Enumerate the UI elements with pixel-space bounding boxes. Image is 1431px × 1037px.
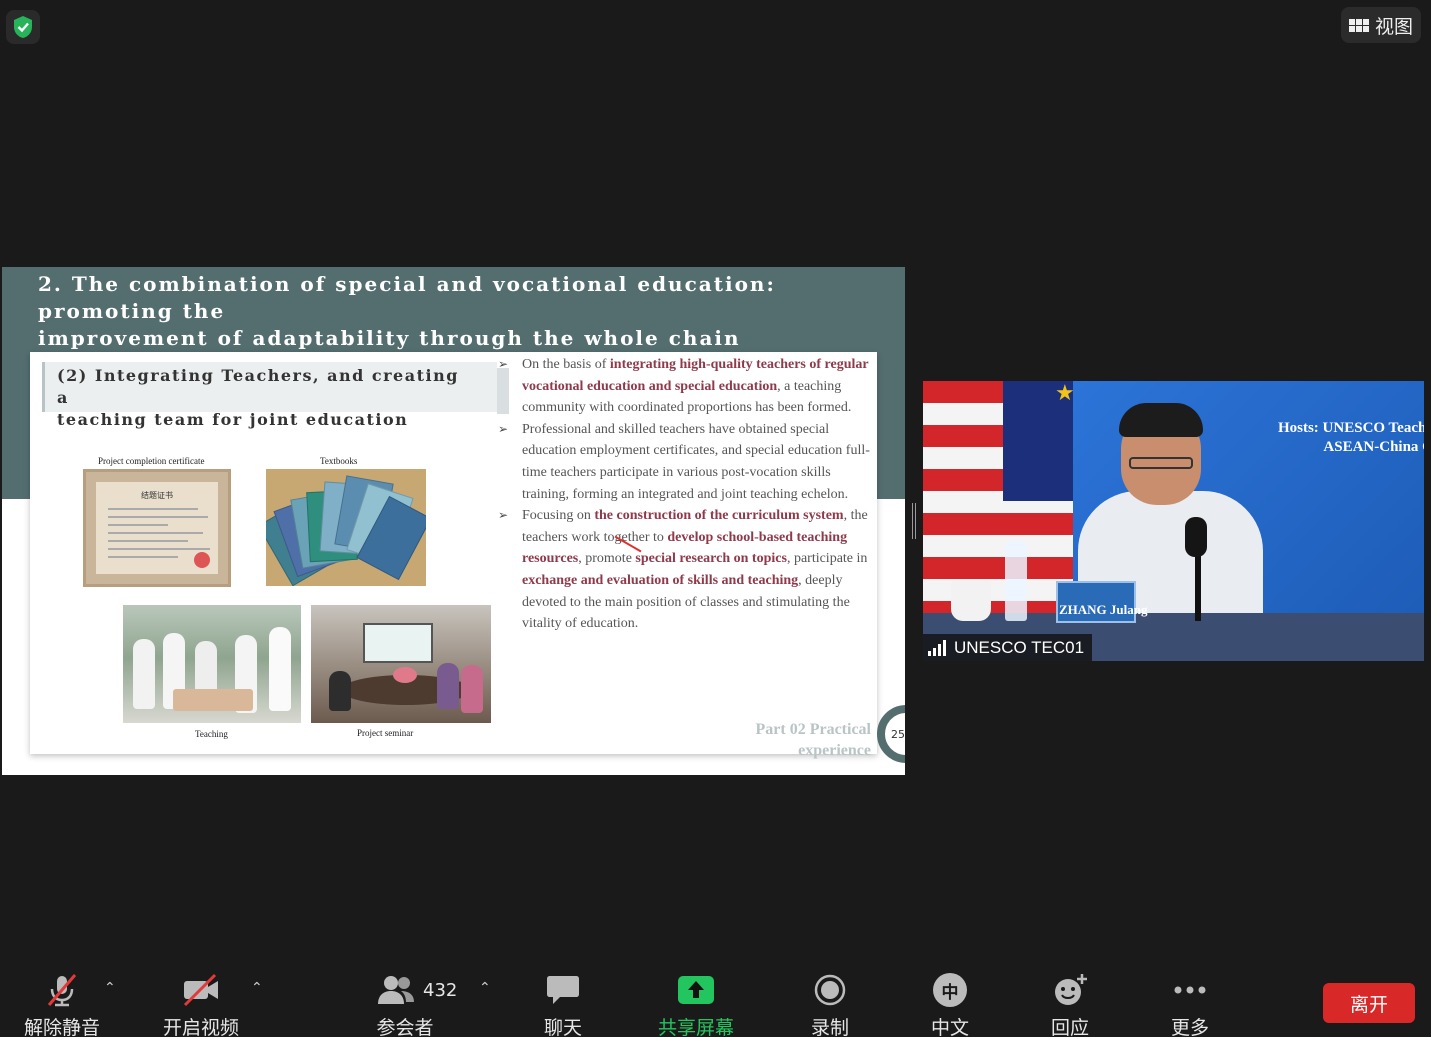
textbooks-image [266,469,426,586]
slide-subtitle: (2) Integrating Teachers, and creating a… [57,366,459,429]
teaching-photo [123,605,301,723]
bullet-item: ➢ Professional and skilled teachers have… [496,419,871,505]
arrow-bullet-icon: ➢ [498,357,509,371]
audio-options-chevron-up-icon[interactable]: ⌃ [104,980,116,996]
arrow-bullet-icon: ➢ [498,508,509,523]
slide-content-card: (2) Integrating Teachers, and creating a… [30,352,877,759]
caption-teaching: Teaching [195,729,228,739]
participants-count: 432 [423,979,458,1001]
participant-name: UNESCO TEC01 [954,637,1085,657]
caption-seminar: Project seminar [357,728,414,738]
participant-name-tag: UNESCO TEC01 [923,634,1093,661]
muted-microphone-icon [44,972,80,1008]
caption-certificate: Project completion certificate [98,456,205,466]
video-off-icon [181,972,221,1008]
meeting-toolbar: 解除静音 ⌃ 开启视频 ⌃ 432 参会者 ⌃ 聊天 共享屏幕 录制 中 中文 … [0,962,1431,1037]
chat-bubble-icon [546,972,580,1008]
leave-button[interactable]: 离开 [1323,983,1415,1023]
seminar-photo [311,605,491,723]
share-screen-button[interactable]: 共享屏幕 [646,962,746,1037]
name-card-text: ZHANG Julang [1059,602,1148,617]
video-options-chevron-up-icon[interactable]: ⌃ [251,980,263,996]
signal-strength-icon [928,639,946,656]
language-interpretation-button[interactable]: 中 中文 [900,962,1000,1037]
shared-screen[interactable]: 2. The combination of special and vocati… [2,267,905,775]
slide-subtitle-box: (2) Integrating Teachers, and creating a… [42,362,509,429]
seal-icon [194,552,210,568]
slide-bullet-list: ➢ On the basis of integrating high-quali… [496,354,871,635]
arrow-bullet-icon: ➢ [498,421,509,436]
participants-icon [378,976,414,1004]
hosts-banner: Hosts: UNESCO Teache ASEAN-China C [1277,420,1424,455]
microphone-icon [1185,517,1207,557]
view-button[interactable]: 视图 [1341,7,1421,43]
bullet-item: ➢ Focusing on the construction of the cu… [496,505,871,635]
water-bottle [1005,541,1027,621]
view-label: 视图 [1374,15,1413,38]
page-number: 25 [891,728,905,741]
record-button[interactable]: 录制 [780,962,880,1037]
slide-footer: Part 02 Practical experience [755,721,872,759]
caption-textbooks: Textbooks [320,456,358,466]
grid-icon [1348,18,1369,32]
more-dots-icon [1173,972,1207,1008]
speaker-video[interactable]: ★ Hosts: UNESCO Teache ASEAN-China C ZHA… [923,381,1424,661]
more-button[interactable]: 更多 [1140,962,1240,1037]
participants-options-chevron-up-icon[interactable]: ⌃ [479,980,491,996]
start-video-button[interactable]: 开启视频 [151,962,251,1037]
language-icon: 中 [933,972,967,1008]
certificate-image: 结题证书 [83,469,231,587]
teacup [951,581,991,621]
emoji-add-icon [1052,972,1088,1008]
reactions-button[interactable]: 回应 [1020,962,1120,1037]
slide-title: 2. The combination of special and vocati… [38,272,776,350]
chat-button[interactable]: 聊天 [513,962,613,1037]
security-shield-icon[interactable] [6,10,40,44]
record-icon [814,972,846,1008]
bullet-item: ➢ On the basis of integrating high-quali… [496,354,871,419]
share-screen-icon [677,972,715,1008]
glasses-icon [1129,457,1193,469]
participants-button[interactable]: 432 参会者 [355,962,458,1037]
panel-resize-handle[interactable] [912,503,916,539]
unmute-button[interactable]: 解除静音 [12,962,112,1037]
certificate-title: 结题证书 [141,491,173,500]
